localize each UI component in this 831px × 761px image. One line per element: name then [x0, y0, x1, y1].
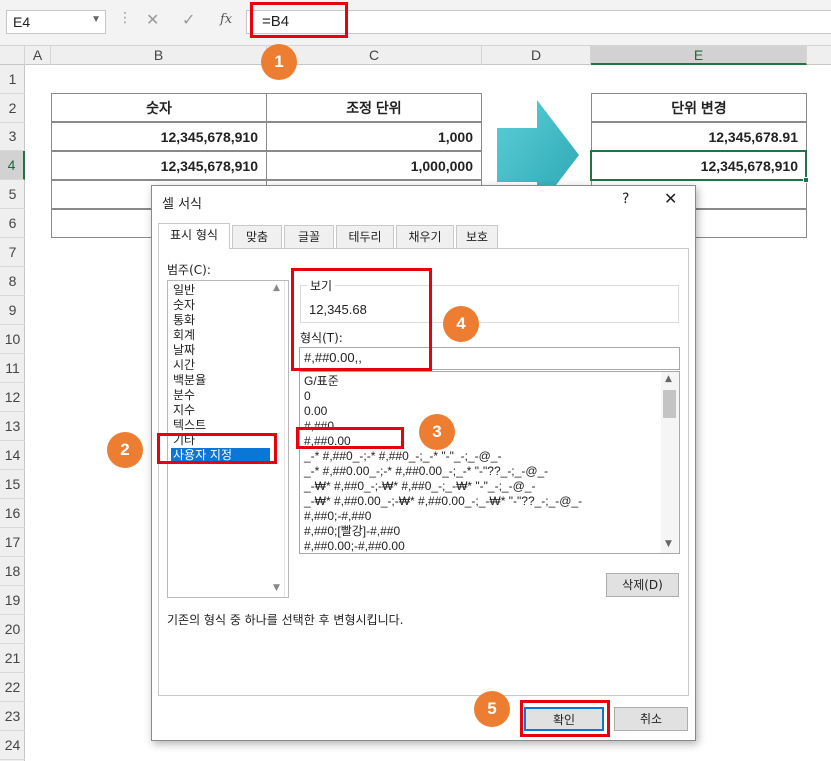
tab-protection[interactable]: 보호 — [456, 225, 498, 249]
row-header-18[interactable]: 18 — [0, 557, 25, 586]
tab-font[interactable]: 글꼴 — [284, 225, 334, 249]
format-item[interactable]: _-₩* #,##0_-;-₩* #,##0_-;_-₩* "-"_-;_-@_… — [304, 479, 535, 494]
table-header-unit-change[interactable]: 단위 변경 — [591, 93, 807, 122]
format-scrollbar-thumb[interactable] — [663, 390, 676, 418]
name-box[interactable]: E4 ▼ — [6, 10, 106, 34]
format-item[interactable]: _-* #,##0.00_-;-* #,##0.00_-;_-* "-"??_-… — [304, 464, 548, 479]
row-header-2[interactable]: 2 — [0, 94, 25, 123]
row-header-24[interactable]: 24 — [0, 731, 25, 760]
row-header-12[interactable]: 12 — [0, 383, 25, 412]
cancel-button[interactable]: 취소 — [614, 707, 688, 731]
row-header-3[interactable]: 3 — [0, 122, 25, 151]
category-item[interactable]: 숫자 — [171, 298, 270, 313]
row-header-16[interactable]: 16 — [0, 499, 25, 528]
row-header-8[interactable]: 8 — [0, 267, 25, 296]
row-header-4[interactable]: 4 — [0, 151, 25, 180]
active-cell-cursor — [590, 150, 807, 181]
step-badge-4: 4 — [443, 306, 479, 342]
row-header-17[interactable]: 17 — [0, 528, 25, 557]
row-header-19[interactable]: 19 — [0, 586, 25, 615]
close-icon[interactable]: ✕ — [664, 189, 677, 208]
row-header-21[interactable]: 21 — [0, 644, 25, 673]
highlight-box-ok — [520, 700, 610, 737]
step-badge-3: 3 — [419, 414, 455, 450]
category-item[interactable]: 분수 — [171, 388, 270, 403]
description-text: 기존의 형식 중 하나를 선택한 후 변형시킵니다. — [167, 613, 404, 627]
highlight-box-custom-category — [157, 433, 277, 464]
row-header-15[interactable]: 15 — [0, 470, 25, 499]
format-item[interactable]: _-₩* #,##0.00_-;-₩* #,##0.00_-;_-₩* "-"?… — [304, 494, 582, 509]
category-item[interactable]: 일반 — [171, 283, 270, 298]
format-item[interactable]: #,##0;-#,##0 — [304, 509, 371, 524]
format-item[interactable]: _-* #,##0_-;-* #,##0_-;_-* "-"_-;_-@_- — [304, 449, 501, 464]
format-item[interactable]: 0 — [304, 389, 311, 404]
table-cell-b3[interactable]: 12,345,678,910 — [51, 122, 267, 151]
row-header-1[interactable]: 1 — [0, 65, 25, 94]
tab-fill[interactable]: 채우기 — [396, 225, 454, 249]
formula-bar-separator-icon: ⋮ — [118, 10, 132, 26]
cancel-icon[interactable]: ✕ — [146, 10, 159, 29]
column-header-e[interactable]: E — [591, 46, 807, 65]
row-header-5[interactable]: 5 — [0, 180, 25, 209]
row-header-11[interactable]: 11 — [0, 354, 25, 383]
check-icon[interactable]: ✓ — [182, 10, 195, 29]
dialog-title: 셀 서식 — [162, 197, 203, 212]
highlight-box-format-item — [296, 427, 404, 449]
tab-alignment[interactable]: 맞춤 — [232, 225, 282, 249]
insert-function-icon[interactable]: fx — [220, 12, 232, 27]
table-cell-c4[interactable]: 1,000,000 — [266, 151, 482, 180]
row-header-bar: 1 2 3 4 5 6 7 8 9 10 11 12 13 14 15 16 17 18 19 20 21 22 23 24 — [0, 65, 25, 761]
category-item[interactable]: 텍스트 — [171, 418, 270, 433]
highlight-box-preview-format — [291, 268, 432, 371]
table-header-unit[interactable]: 조정 단위 — [266, 93, 482, 122]
format-item[interactable]: 0.00 — [304, 404, 327, 419]
scroll-down-icon[interactable]: ▼ — [665, 539, 672, 549]
row-header-6[interactable]: 6 — [0, 209, 25, 238]
column-header-c[interactable]: C — [267, 46, 482, 65]
chevron-down-icon[interactable]: ▼ — [91, 14, 101, 25]
column-header-a[interactable]: A — [25, 46, 51, 65]
format-list[interactable]: G/표준 0 0.00 #,##0 #,##0.00 _-* #,##0_-;-… — [299, 371, 680, 554]
scroll-up-icon[interactable]: ▲ — [273, 283, 280, 293]
delete-button[interactable]: 삭제(D) — [606, 573, 679, 597]
format-item[interactable]: #,##0;[빨강]-#,##0 — [304, 524, 400, 539]
row-header-23[interactable]: 23 — [0, 702, 25, 731]
category-item[interactable]: 시간 — [171, 358, 270, 373]
table-cell-c3[interactable]: 1,000 — [266, 122, 482, 151]
table-cell-b4[interactable]: 12,345,678,910 — [51, 151, 267, 180]
row-header-13[interactable]: 13 — [0, 412, 25, 441]
help-icon[interactable]: ? — [622, 191, 629, 207]
step-badge-2: 2 — [107, 432, 143, 468]
step-badge-5: 5 — [474, 691, 510, 727]
category-item[interactable]: 지수 — [171, 403, 270, 418]
row-header-10[interactable]: 10 — [0, 325, 25, 354]
scroll-down-icon[interactable]: ▼ — [273, 583, 280, 593]
row-header-7[interactable]: 7 — [0, 238, 25, 267]
format-item[interactable]: G/표준 — [304, 374, 339, 389]
format-item[interactable]: #,##0.00;-#,##0.00 — [304, 539, 405, 553]
row-header-22[interactable]: 22 — [0, 673, 25, 702]
table-cell-e3[interactable]: 12,345,678.91 — [591, 122, 807, 151]
column-header-bar: A B C D E — [0, 46, 831, 65]
column-header-d[interactable]: D — [482, 46, 591, 65]
name-box-value: E4 — [13, 14, 31, 30]
select-all-corner[interactable] — [0, 46, 25, 65]
category-item[interactable]: 백분율 — [171, 373, 270, 388]
column-header-b[interactable]: B — [51, 46, 267, 65]
category-item[interactable]: 회계 — [171, 328, 270, 343]
row-header-9[interactable]: 9 — [0, 296, 25, 325]
category-scrollbar[interactable] — [284, 281, 285, 597]
row-header-20[interactable]: 20 — [0, 615, 25, 644]
highlight-box-formula — [250, 2, 348, 38]
tab-number[interactable]: 표시 형식 — [158, 223, 230, 249]
category-item[interactable]: 날짜 — [171, 343, 270, 358]
tab-border[interactable]: 테두리 — [336, 225, 394, 249]
category-label: 범주(C): — [167, 263, 211, 277]
step-badge-1: 1 — [261, 44, 297, 80]
fill-handle[interactable] — [803, 177, 809, 183]
scroll-up-icon[interactable]: ▲ — [665, 374, 672, 384]
table-header-number[interactable]: 숫자 — [51, 93, 267, 122]
category-item[interactable]: 통화 — [171, 313, 270, 328]
row-header-14[interactable]: 14 — [0, 441, 25, 470]
